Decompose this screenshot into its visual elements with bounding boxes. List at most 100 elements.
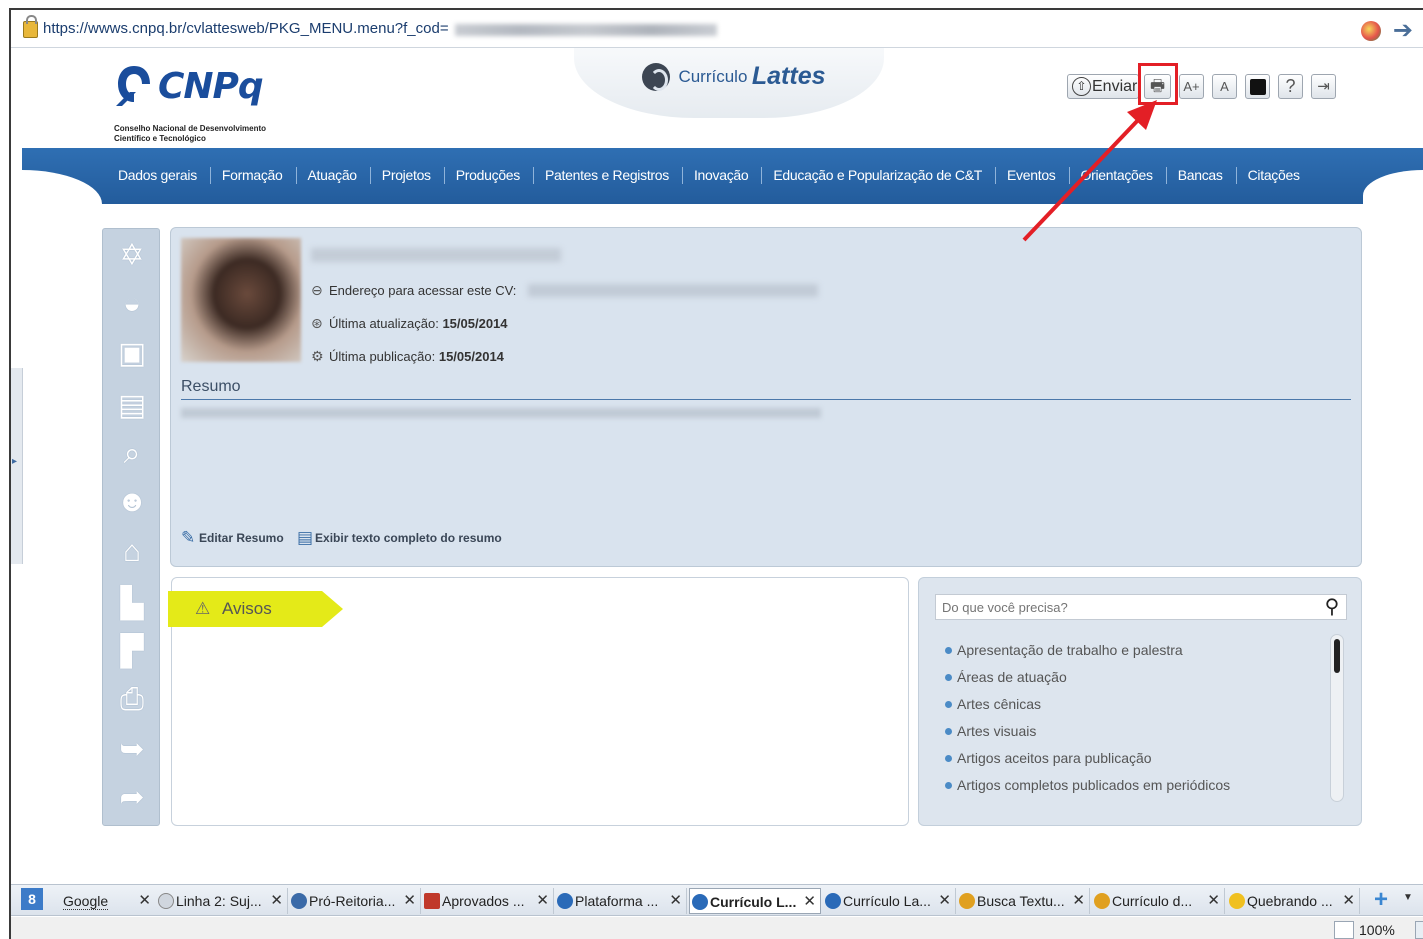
curriculo-lattes-logo[interactable]: Currículo Lattes xyxy=(642,62,826,91)
normal-font-button[interactable]: A xyxy=(1212,74,1237,99)
id-card-icon[interactable]: ▣ xyxy=(113,335,151,373)
address-bar[interactable]: https://wwws.cnpq.br/cvlattesweb/PKG_MEN… xyxy=(11,10,1423,48)
zoom-level[interactable]: 100% xyxy=(1359,922,1395,938)
close-tab-icon[interactable]: ✕ xyxy=(803,889,816,913)
avisos-title: Avisos xyxy=(222,599,272,618)
nav-item-inovacao[interactable]: Inovação xyxy=(683,167,763,184)
nav-item-dados-gerais[interactable]: Dados gerais xyxy=(107,167,211,184)
tab-label: Currículo L... xyxy=(710,894,797,910)
close-tab-icon[interactable]: ✕ xyxy=(669,888,682,914)
tab-linha2[interactable]: Linha 2: Suj... ✕ xyxy=(156,888,288,914)
tab-curriculo-lattes-2[interactable]: Currículo La... ✕ xyxy=(823,888,956,914)
close-tab-icon[interactable]: ✕ xyxy=(938,888,951,914)
suggestion-item[interactable]: Artes visuais xyxy=(945,721,1230,748)
zoom-menu-icon[interactable] xyxy=(1415,921,1423,939)
tab-plataforma[interactable]: Plataforma ... ✕ xyxy=(555,888,687,914)
suggestion-item[interactable]: Apresentação de trabalho e palestra xyxy=(945,640,1230,667)
tab-google[interactable]: Google ✕ xyxy=(55,888,155,914)
nav-item-patentes[interactable]: Patentes e Registros xyxy=(534,167,683,184)
google-toolbar-icon[interactable]: 8 xyxy=(21,888,43,910)
tab-label: Pró-Reitoria... xyxy=(309,893,396,909)
go-arrow-icon[interactable]: ➔ xyxy=(1393,16,1413,45)
tab-favicon xyxy=(291,892,307,909)
suggestion-item[interactable]: Artigos aceitos para publicação xyxy=(945,748,1230,775)
profile-panel: ⊖ Endereço para acessar este CV: ⊛ Última … xyxy=(170,227,1362,567)
search-input[interactable] xyxy=(935,594,1347,620)
tab-busca-textual[interactable]: Busca Textu... ✕ xyxy=(957,888,1090,914)
increase-font-button[interactable]: A+ xyxy=(1179,74,1204,99)
lock-icon xyxy=(23,15,38,38)
network-icon[interactable]: ✡ xyxy=(113,237,151,275)
suggestion-item[interactable]: Artigos completos publicados em periódic… xyxy=(945,775,1230,802)
tab-list-dropdown-icon[interactable]: ▼ xyxy=(1403,892,1413,903)
nav-item-orientacoes[interactable]: Orientações xyxy=(1070,167,1167,184)
avisos-tag: ⚠ Avisos xyxy=(168,591,343,627)
nav-item-educacao[interactable]: Educação e Popularização de C&T xyxy=(762,167,997,184)
close-tab-icon[interactable]: ✕ xyxy=(138,888,151,914)
nav-item-atuacao[interactable]: Atuação xyxy=(297,167,371,184)
exit-button[interactable]: ⇥ xyxy=(1311,74,1336,99)
increase-font-label: A+ xyxy=(1183,79,1200,94)
tab-favicon xyxy=(825,892,841,909)
tab-curriculo-d[interactable]: Currículo d... ✕ xyxy=(1092,888,1225,914)
nav-item-citacoes[interactable]: Citações xyxy=(1237,167,1313,184)
graduation-cap-icon[interactable]: ◒ xyxy=(113,285,151,323)
lattes-icon xyxy=(642,62,670,91)
document-icon[interactable]: ▛ xyxy=(113,633,151,671)
tab-quebrando[interactable]: Quebrando ... ✕ xyxy=(1227,888,1360,914)
compatibility-view-icon[interactable] xyxy=(1361,21,1381,41)
status-bar: 100% xyxy=(11,917,1423,939)
close-tab-icon[interactable]: ✕ xyxy=(270,888,283,914)
nav-item-formacao[interactable]: Formação xyxy=(211,167,297,184)
redacted-cv-link[interactable] xyxy=(528,284,818,297)
document-lines-icon: ▤ xyxy=(297,528,314,547)
export-icon[interactable]: ➥ xyxy=(113,731,151,769)
tab-curriculo-lattes-active[interactable]: Currículo L... ✕ xyxy=(689,888,821,914)
close-tab-icon[interactable]: ✕ xyxy=(403,888,416,914)
browser-tab-bar: 8 Google ✕ Linha 2: Suj... ✕ Pró-Reitoria.… xyxy=(11,884,1423,916)
suggestion-item[interactable]: Artes cênicas xyxy=(945,694,1230,721)
close-tab-icon[interactable]: ✕ xyxy=(1342,888,1355,914)
url-text[interactable]: https://wwws.cnpq.br/cvlattesweb/PKG_MEN… xyxy=(43,20,449,37)
search-suggestions: Apresentação de trabalho e palestra Área… xyxy=(945,640,1230,802)
update-icon: ⊛ xyxy=(311,315,323,331)
document-link-icon[interactable]: ▙ xyxy=(113,585,151,623)
exit-icon: ⇥ xyxy=(1317,78,1330,95)
normal-font-label: A xyxy=(1220,79,1229,94)
tab-pro-reitoria[interactable]: Pró-Reitoria... ✕ xyxy=(289,888,421,914)
search-icon[interactable]: ⚲ xyxy=(1319,594,1345,620)
resumo-actions: ✎ Editar Resumo ▤ Exibir texto completo do… xyxy=(181,528,512,548)
edit-resumo-link[interactable]: Editar Resumo xyxy=(199,531,284,545)
nav-item-projetos[interactable]: Projetos xyxy=(371,167,445,184)
show-full-resumo-link[interactable]: Exibir texto completo do resumo xyxy=(315,531,502,545)
tab-label: Quebrando ... xyxy=(1247,893,1333,909)
collapse-handle[interactable] xyxy=(11,368,23,564)
send-button[interactable]: Enviar xyxy=(1067,74,1139,99)
resumo-divider xyxy=(181,399,1351,400)
tab-favicon xyxy=(424,892,440,909)
last-publish-label: Última publicação: xyxy=(329,349,436,364)
import-icon[interactable]: ➦ xyxy=(113,779,151,817)
lightbulb-head-icon[interactable]: ☻ xyxy=(113,483,151,521)
close-tab-icon[interactable]: ✕ xyxy=(1072,888,1085,914)
close-tab-icon[interactable]: ✕ xyxy=(536,888,549,914)
help-button[interactable]: ? xyxy=(1278,74,1303,99)
zoom-icon[interactable] xyxy=(1334,921,1354,939)
institution-icon[interactable]: ⌂ xyxy=(113,533,151,571)
nav-item-producoes[interactable]: Produções xyxy=(445,167,534,184)
calendar-search-icon[interactable]: ▤ xyxy=(113,387,151,425)
logo-subtitle-line2: Científico e Tecnológico xyxy=(114,134,206,143)
tab-favicon xyxy=(1094,892,1110,909)
logo-name: CNPq xyxy=(158,66,264,107)
new-tab-button[interactable]: + xyxy=(1374,887,1388,913)
nav-item-bancas[interactable]: Bancas xyxy=(1167,167,1237,184)
tab-aprovados[interactable]: Aprovados ... ✕ xyxy=(422,888,554,914)
close-tab-icon[interactable]: ✕ xyxy=(1207,888,1220,914)
link-icon: ⊖ xyxy=(311,282,323,298)
nav-item-eventos[interactable]: Eventos xyxy=(996,167,1070,184)
print-side-icon[interactable]: ⎙ xyxy=(113,681,151,719)
high-contrast-button[interactable] xyxy=(1245,74,1270,99)
suggestion-item[interactable]: Áreas de atuação xyxy=(945,667,1230,694)
suggestions-scrollbar[interactable] xyxy=(1330,634,1344,802)
text-search-icon[interactable]: ⌕ xyxy=(113,435,151,473)
